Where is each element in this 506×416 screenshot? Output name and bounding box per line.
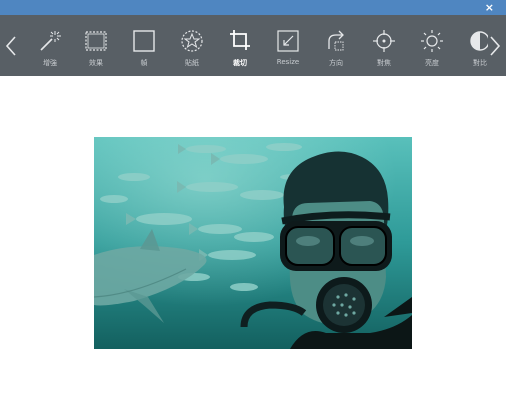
tool-label: 裁切 xyxy=(233,59,247,67)
scroll-right-button[interactable] xyxy=(484,15,506,76)
effects-frame-icon xyxy=(82,28,110,54)
rotate-icon xyxy=(322,28,350,54)
tool-sticker[interactable]: 貼紙 xyxy=(172,15,212,76)
magic-wand-icon xyxy=(36,28,64,54)
tool-label: 亮度 xyxy=(425,59,439,67)
underwater-photo xyxy=(94,137,412,349)
tool-label: 幀 xyxy=(140,59,148,67)
tool-frame[interactable]: 幀 xyxy=(124,15,164,76)
tool-label: 貼紙 xyxy=(185,59,199,67)
tool-label: Resize xyxy=(276,58,300,66)
tool-resize[interactable]: Resize xyxy=(268,15,308,76)
tool-strip: 增強 效果 幀 貼紙 裁切 Resize 方向 對焦 亮度 對比 xyxy=(28,15,488,76)
resize-icon xyxy=(274,28,302,54)
focus-icon xyxy=(370,28,398,54)
frame-icon xyxy=(130,28,158,54)
title-bar: × xyxy=(0,0,506,15)
photo-canvas[interactable] xyxy=(94,137,412,349)
tool-focus[interactable]: 對焦 xyxy=(364,15,404,76)
scroll-left-button[interactable] xyxy=(0,15,22,76)
tool-label: 增強 xyxy=(43,59,57,67)
tool-crop[interactable]: 裁切 xyxy=(220,15,260,76)
close-button[interactable]: × xyxy=(485,0,494,15)
tool-label: 對焦 xyxy=(377,59,391,67)
tool-brightness[interactable]: 亮度 xyxy=(412,15,452,76)
crop-icon xyxy=(226,28,254,54)
tool-rotate[interactable]: 方向 xyxy=(316,15,356,76)
tool-enhance[interactable]: 增強 xyxy=(30,15,70,76)
brightness-icon xyxy=(418,28,446,54)
tool-label: 效果 xyxy=(89,59,103,67)
tool-effects[interactable]: 效果 xyxy=(76,15,116,76)
chevron-right-icon xyxy=(490,35,501,56)
chevron-left-icon xyxy=(5,35,16,56)
editor-toolbar: 增強 效果 幀 貼紙 裁切 Resize 方向 對焦 亮度 對比 xyxy=(0,15,506,76)
sticker-icon xyxy=(178,28,206,54)
tool-label: 方向 xyxy=(329,59,343,67)
